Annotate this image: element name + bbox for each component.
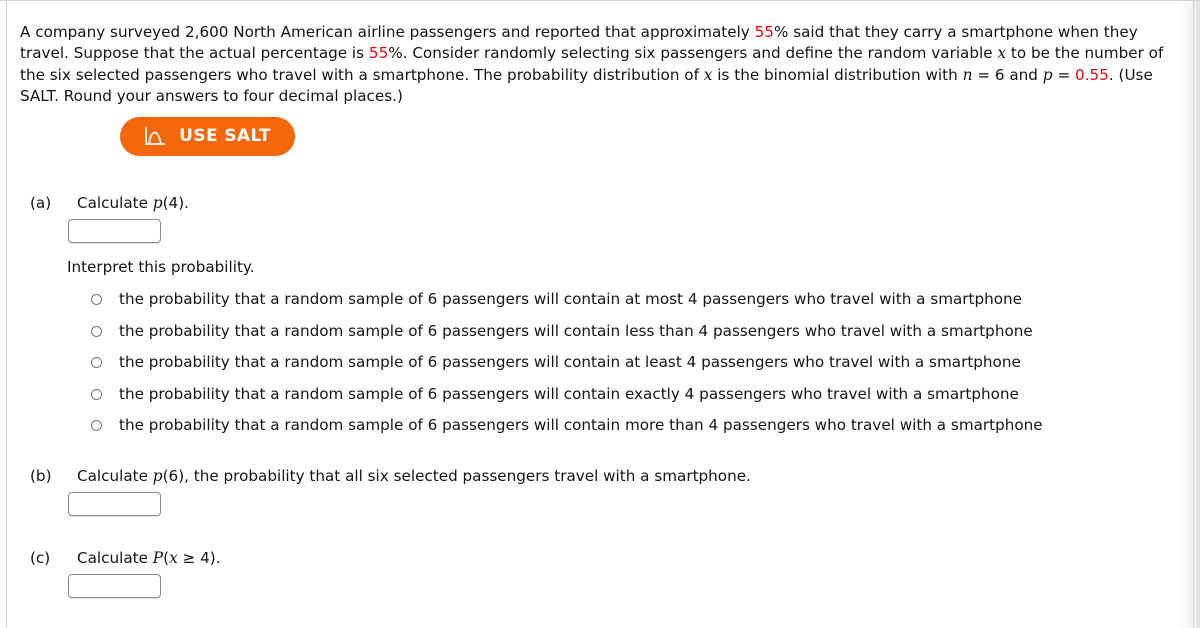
part-b-prompt-suffix: (6), the probability that all six select… (162, 467, 751, 485)
part-c-variable-p: P (152, 549, 164, 567)
math-variable: p (1042, 65, 1053, 84)
bell-curve-icon (144, 126, 166, 147)
part-a-prompt-prefix: Calculate (77, 194, 153, 212)
part-b-answer-input[interactable] (68, 492, 161, 516)
part-c-variable-x: x (169, 549, 178, 567)
part-a-variable: p (152, 194, 163, 212)
part-c-answer-input[interactable] (68, 574, 161, 598)
interpret-heading: Interpret this probability. (67, 258, 255, 276)
highlighted-value: 55 (754, 23, 774, 42)
radio-button-4[interactable] (91, 420, 102, 431)
part-a-prompt-suffix: (4). (162, 194, 189, 212)
interpret-option-label-2[interactable]: the probability that a random sample of … (119, 353, 1021, 372)
problem-statement: A company surveyed 2,600 North American … (20, 22, 1175, 107)
statement-text: is the binomial distribution with (712, 65, 963, 84)
interpret-option-label-3[interactable]: the probability that a random sample of … (119, 385, 1019, 404)
statement-text: A company surveyed 2,600 North American … (20, 23, 755, 42)
problem-content: A company surveyed 2,600 North American … (0, 0, 1200, 628)
part-c-label: (c) (30, 549, 51, 567)
radio-button-0[interactable] (91, 294, 102, 305)
interpret-option-label-0[interactable]: the probability that a random sample of … (119, 290, 1022, 309)
part-b-text: Calculate p(6), the probability that all… (77, 466, 751, 486)
part-c-prompt-suffix: ≥ 4). (177, 549, 221, 567)
statement-text: = 6 and (972, 65, 1043, 84)
interpret-option-4[interactable]: the probability that a random sample of … (91, 416, 1043, 435)
radio-button-1[interactable] (91, 325, 102, 337)
interpret-option-label-4[interactable]: the probability that a random sample of … (119, 416, 1043, 435)
part-b-prompt-prefix: Calculate (77, 467, 153, 485)
part-c-prompt-prefix: Calculate (77, 549, 153, 567)
part-a-text: Calculate p(4). (77, 193, 189, 213)
statement-text: %. Consider randomly selecting six passe… (388, 44, 998, 63)
statement-text: = (1052, 65, 1076, 84)
math-variable: x (997, 44, 1007, 63)
interpret-option-2[interactable]: the probability that a random sample of … (91, 353, 1021, 372)
part-a-label: (a) (30, 194, 52, 212)
part-b-variable: p (152, 467, 163, 485)
part-b-label: (b) (30, 467, 52, 485)
highlighted-value: 55 (368, 44, 389, 63)
math-variable: n (962, 65, 973, 84)
highlighted-value: 0.55 (1075, 65, 1109, 84)
part-c-text: Calculate P(x ≥ 4). (77, 548, 221, 568)
interpret-option-1[interactable]: the probability that a random sample of … (91, 322, 1033, 341)
use-salt-button[interactable]: USE SALT (120, 117, 295, 156)
interpret-option-label-1[interactable]: the probability that a random sample of … (119, 322, 1033, 341)
problem-page: A company surveyed 2,600 North American … (0, 0, 1200, 628)
interpret-option-3[interactable]: the probability that a random sample of … (91, 385, 1019, 404)
interpret-option-0[interactable]: the probability that a random sample of … (91, 290, 1022, 309)
radio-button-3[interactable] (91, 388, 102, 400)
radio-button-2[interactable] (91, 357, 102, 368)
part-a-answer-input[interactable] (68, 219, 161, 243)
use-salt-label: USE SALT (179, 126, 271, 146)
